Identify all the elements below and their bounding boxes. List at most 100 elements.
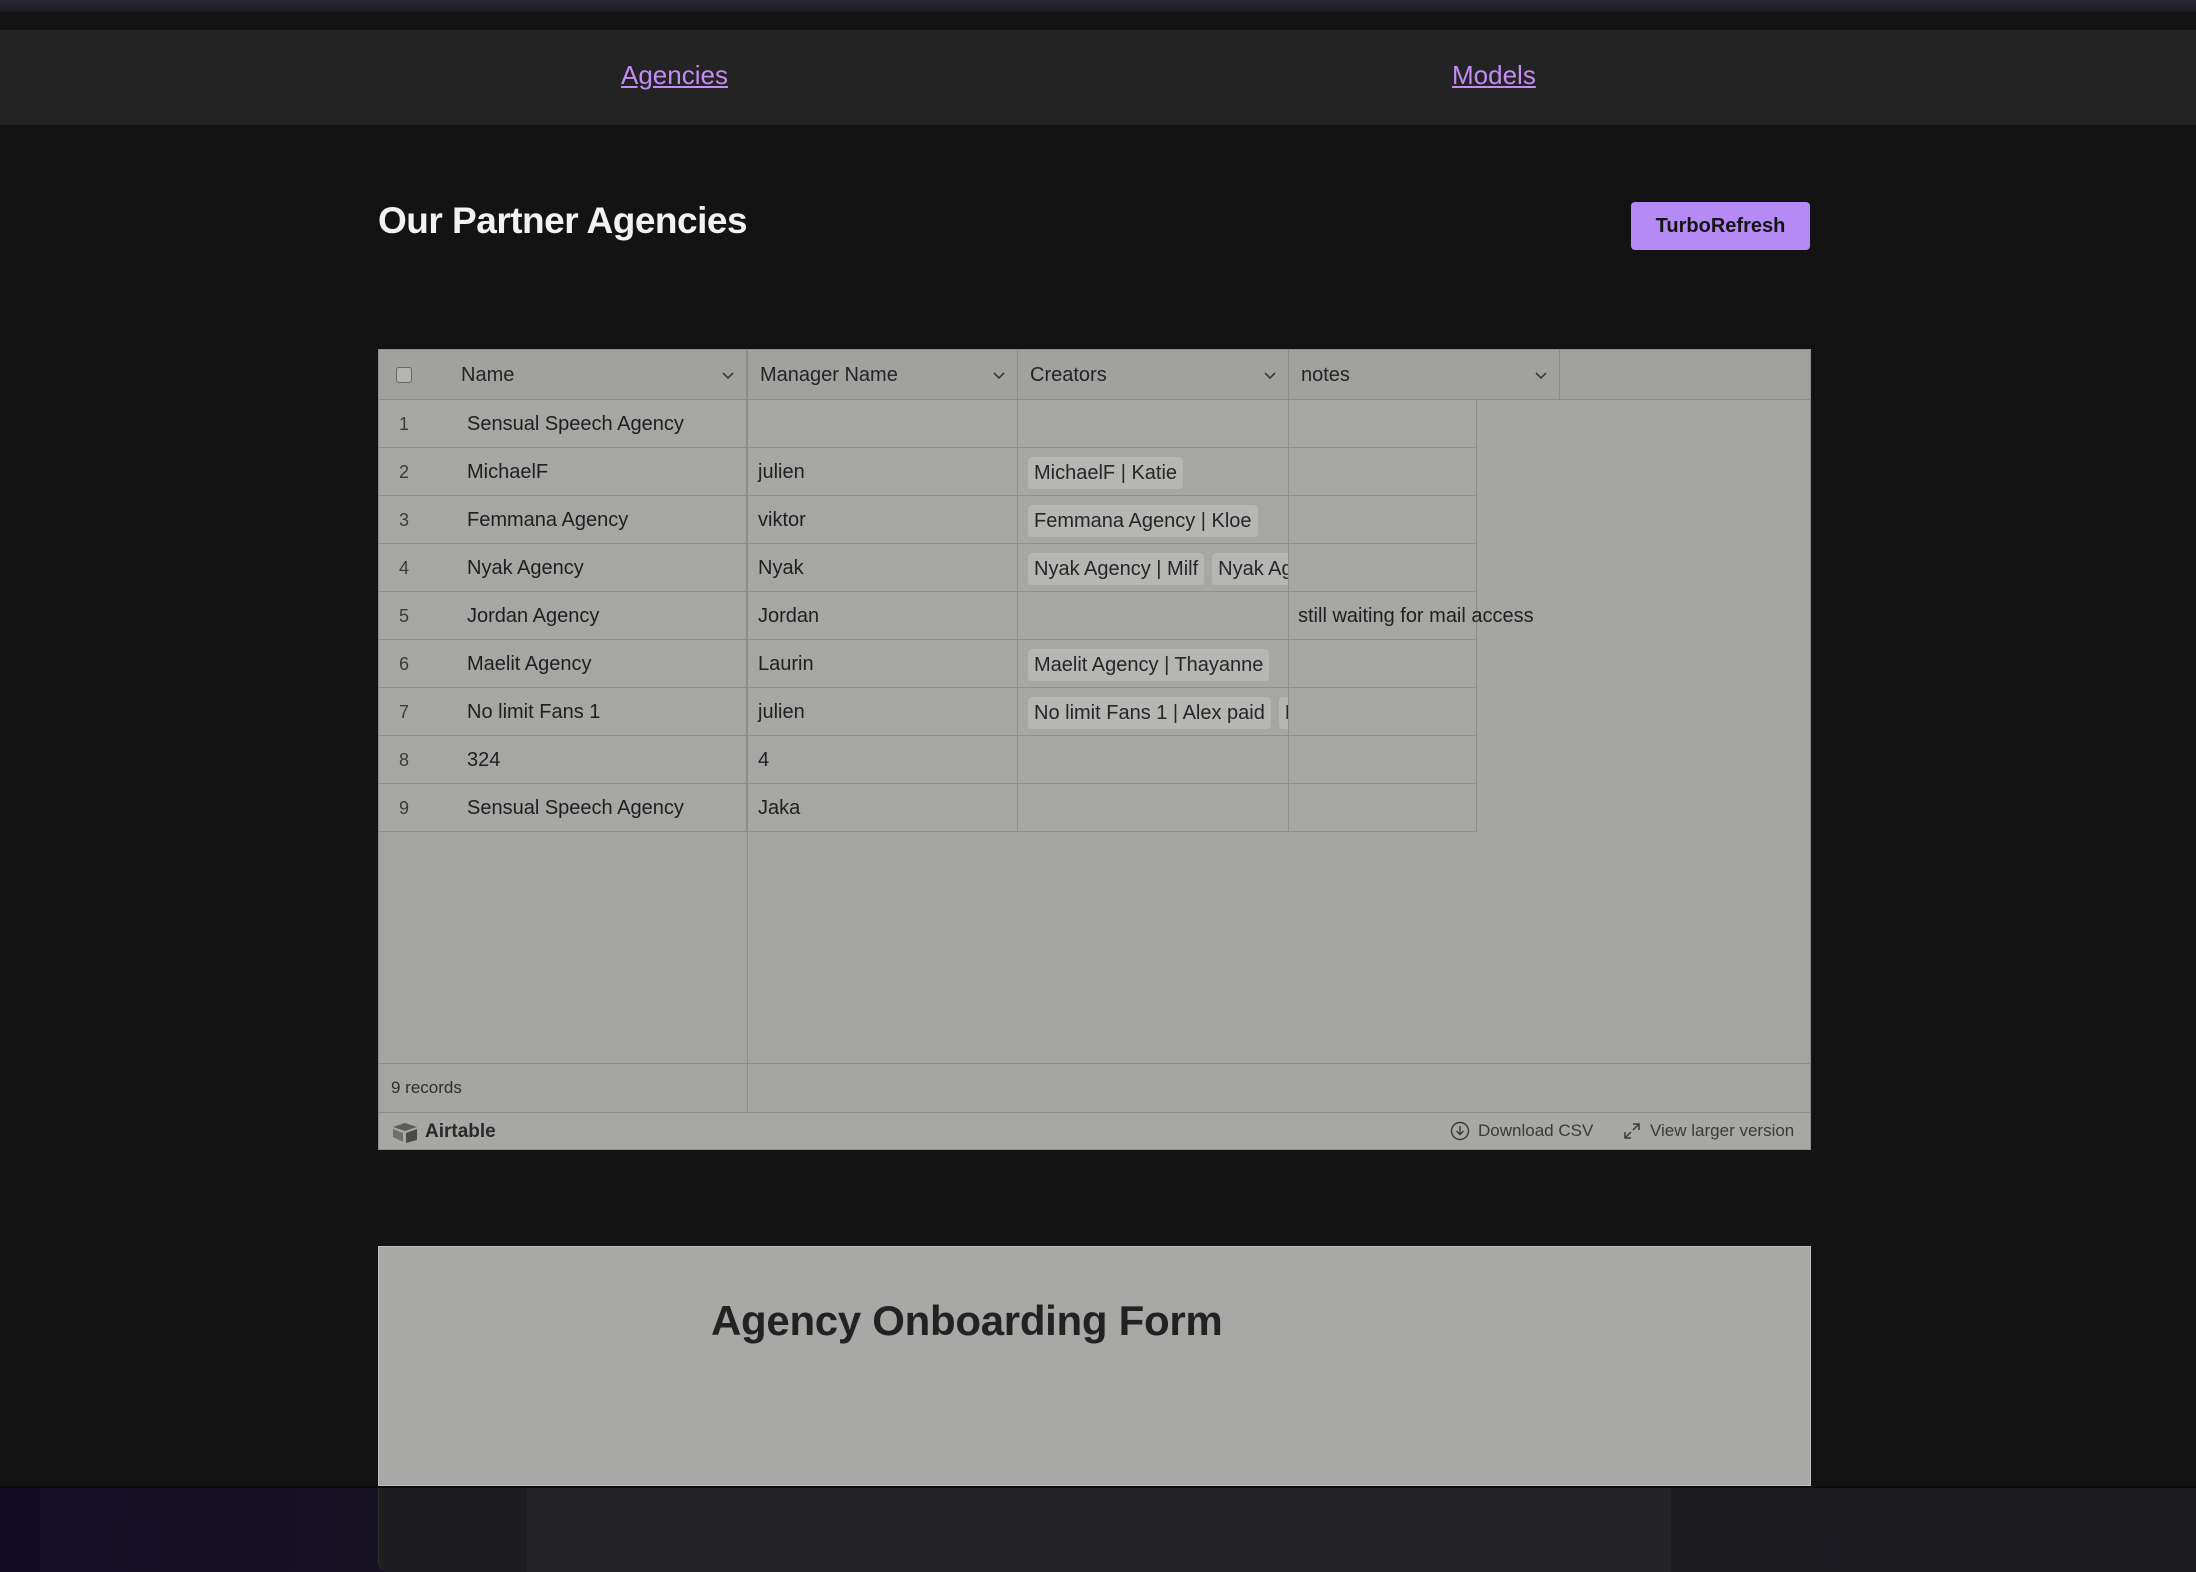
cell-manager[interactable]: viktor <box>748 496 1018 544</box>
cell-manager[interactable]: Laurin <box>748 640 1018 688</box>
cell-name[interactable]: Sensual Speech Agency <box>449 400 747 448</box>
column-header-label: Name <box>461 364 515 386</box>
row-number[interactable]: 8 <box>379 736 449 784</box>
row-number[interactable]: 9 <box>379 784 449 832</box>
cell-notes[interactable] <box>1289 400 1477 448</box>
view-larger-link[interactable]: View larger version <box>1622 1121 1794 1141</box>
cell-manager[interactable]: Jordan <box>748 592 1018 640</box>
row-number[interactable]: 4 <box>379 544 449 592</box>
cell-manager[interactable]: Jaka <box>748 784 1018 832</box>
table-row[interactable]: 8 324 4 <box>379 736 1477 784</box>
table-row[interactable]: 1 Sensual Speech Agency <box>379 400 1477 448</box>
cell-creators[interactable] <box>1018 736 1289 784</box>
cell-manager[interactable]: Nyak <box>748 544 1018 592</box>
expand-icon <box>1624 1123 1640 1139</box>
cell-name[interactable]: Maelit Agency <box>449 640 747 688</box>
frozen-column-divider <box>747 350 748 1113</box>
creator-chip[interactable]: N <box>1278 696 1288 729</box>
chevron-down-icon[interactable] <box>993 369 1005 381</box>
nav-link-models[interactable]: Models <box>1452 60 1536 91</box>
creator-chip[interactable]: No limit Fans 1 | Alex paid <box>1028 696 1271 729</box>
airtable-icon <box>393 1123 417 1143</box>
onboarding-form-embed: Agency Onboarding Form <box>378 1246 1811 1486</box>
row-number[interactable]: 2 <box>379 448 449 496</box>
cell-name[interactable]: MichaelF <box>449 448 747 496</box>
table-row[interactable]: 6 Maelit Agency Laurin Maelit Agency | Thay… <box>379 640 1477 688</box>
cell-creators[interactable] <box>1018 400 1289 448</box>
browser-top-strip <box>0 0 2196 12</box>
cell-notes[interactable] <box>1289 448 1477 496</box>
creator-chip[interactable]: MichaelF | Katie <box>1028 456 1184 489</box>
column-header-manager[interactable]: Manager Name <box>748 350 1018 400</box>
form-title: Agency Onboarding Form <box>711 1297 1223 1344</box>
cell-name[interactable]: Nyak Agency <box>449 544 747 592</box>
select-all-checkbox[interactable] <box>396 367 412 383</box>
row-number[interactable]: 3 <box>379 496 449 544</box>
page-title: Our Partner Agencies <box>378 200 748 241</box>
cell-creators[interactable]: MichaelF | Katie <box>1018 448 1289 496</box>
cell-notes[interactable] <box>1289 736 1477 784</box>
cell-name[interactable]: No limit Fans 1 <box>449 688 747 736</box>
cell-notes[interactable] <box>1289 688 1477 736</box>
row-number[interactable]: 5 <box>379 592 449 640</box>
download-icon <box>1450 1121 1470 1141</box>
chevron-down-icon[interactable] <box>722 369 734 381</box>
cell-manager[interactable] <box>748 400 1018 448</box>
table-row[interactable]: 9 Sensual Speech Agency Jaka <box>379 784 1477 832</box>
view-larger-label: View larger version <box>1650 1121 1795 1140</box>
row-number[interactable]: 7 <box>379 688 449 736</box>
grid-summary-bar: 9 records <box>379 1063 1810 1114</box>
table-row[interactable]: 5 Jordan Agency Jordan still waiting for ma… <box>379 592 1534 640</box>
row-number[interactable]: 1 <box>379 400 449 448</box>
column-header-notes[interactable]: notes <box>1289 350 1560 400</box>
table-row[interactable]: 2 MichaelF julien MichaelF | Katie <box>379 448 1477 496</box>
column-header-creators[interactable]: Creators <box>1018 350 1289 400</box>
bottom-window-bar <box>0 1486 2196 1572</box>
table-row[interactable]: 3 Femmana Agency viktor Femmana Agency | Kl… <box>379 496 1477 544</box>
top-navbar <box>0 30 2196 125</box>
turbo-refresh-button[interactable]: TurboRefresh <box>1631 202 1810 250</box>
embed-footer: Airtable Download CSV View larger versio… <box>379 1113 1810 1149</box>
cell-notes[interactable] <box>1289 784 1477 832</box>
cell-notes[interactable] <box>1289 640 1477 688</box>
creator-chip[interactable]: Nyak Agency | Milf <box>1028 552 1205 585</box>
nav-link-agencies[interactable]: Agencies <box>621 60 728 91</box>
airtable-logo[interactable]: Airtable <box>391 1119 496 1145</box>
creator-chip[interactable]: Maelit Agency | Thayanne <box>1028 648 1270 681</box>
grid-header: Name Manager Name Creators notes <box>379 350 1810 400</box>
cell-name[interactable]: Femmana Agency <box>449 496 747 544</box>
column-header-label: Manager Name <box>760 364 898 386</box>
summary-divider <box>747 1064 748 1114</box>
cell-creators[interactable]: Femmana Agency | Kloe <box>1018 496 1289 544</box>
cell-notes[interactable] <box>1289 544 1477 592</box>
cell-manager[interactable]: julien <box>748 448 1018 496</box>
cell-creators[interactable]: No limit Fans 1 | Alex paidN <box>1018 688 1289 736</box>
cell-name[interactable]: Jordan Agency <box>449 592 747 640</box>
download-csv-link[interactable]: Download CSV <box>1450 1121 1593 1141</box>
column-header-name[interactable]: Name <box>449 350 747 400</box>
cell-creators[interactable] <box>1018 784 1289 832</box>
cell-name[interactable]: Sensual Speech Agency <box>449 784 747 832</box>
creator-chip[interactable]: Femmana Agency | Kloe <box>1028 504 1258 537</box>
chevron-down-icon[interactable] <box>1535 369 1547 381</box>
cell-manager[interactable]: julien <box>748 688 1018 736</box>
cell-creators[interactable] <box>1018 592 1289 640</box>
airtable-brand-label: Airtable <box>425 1121 496 1142</box>
cell-notes[interactable] <box>1289 496 1477 544</box>
cell-name[interactable]: 324 <box>449 736 747 784</box>
chevron-down-icon[interactable] <box>1264 369 1276 381</box>
row-number[interactable]: 6 <box>379 640 449 688</box>
notes-text: still waiting for mail access <box>1298 605 1534 627</box>
cell-creators[interactable]: Nyak Agency | Milf Nyak Ag <box>1018 544 1289 592</box>
creator-chip[interactable]: Nyak Ag <box>1212 552 1288 585</box>
record-count: 9 records <box>391 1078 462 1097</box>
cell-creators[interactable]: Maelit Agency | Thayanne <box>1018 640 1289 688</box>
table-row[interactable]: 7 No limit Fans 1 julien No limit Fans 1 | … <box>379 688 1477 736</box>
cell-manager[interactable]: 4 <box>748 736 1018 784</box>
table-row[interactable]: 4 Nyak Agency Nyak Nyak Agency | Milf Nyak A… <box>379 544 1477 592</box>
download-csv-label: Download CSV <box>1478 1121 1594 1140</box>
cell-notes[interactable]: still waiting for mail access <box>1289 592 1534 640</box>
airtable-embed: Name Manager Name Creators notes 1 Sensua… <box>378 349 1811 1150</box>
column-header-label: notes <box>1301 364 1350 386</box>
bottom-window-content <box>527 1488 1671 1572</box>
